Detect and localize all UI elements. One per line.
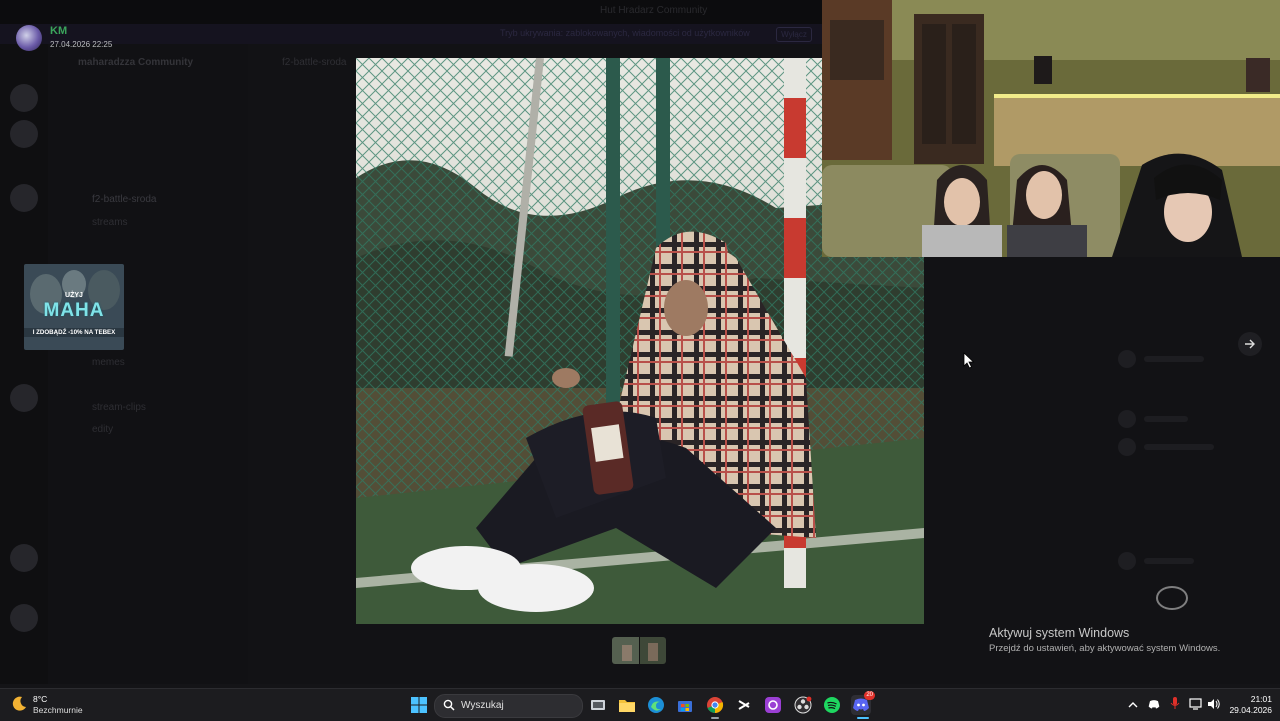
media-thumbnails[interactable] (612, 637, 666, 664)
clock-date: 29.04.2026 (1229, 705, 1272, 715)
channel-item[interactable]: f2-battle-sroda (92, 194, 156, 208)
banner-text: Tryb ukrywania: zablokowanych, wiadomośc… (500, 28, 750, 38)
next-image-button[interactable] (1238, 332, 1262, 356)
system-clock[interactable]: 21:01 29.04.2026 (1222, 694, 1272, 716)
discord-notification-badge: 20 (864, 691, 875, 700)
author-avatar[interactable] (16, 25, 42, 51)
activation-subtitle: Przejdź do ustawień, aby aktywować syste… (989, 643, 1221, 654)
streaming-app-icon (765, 697, 781, 713)
edge-button[interactable] (646, 695, 666, 715)
server-icon[interactable] (10, 120, 38, 148)
server-icon[interactable] (10, 544, 38, 572)
discord-button[interactable]: 20 (851, 691, 875, 715)
discord-tray-icon (1148, 700, 1160, 709)
taskbar-search[interactable]: Wyszukaj (434, 694, 583, 718)
server-icon[interactable] (10, 84, 38, 112)
server-name[interactable]: maharadzza Community (78, 57, 193, 71)
member-name[interactable] (1144, 558, 1194, 564)
tray-microphone[interactable] (1170, 697, 1180, 715)
server-title: Hut Hradarz Community (600, 5, 708, 16)
channel-header: f2-battle-sroda (282, 57, 347, 68)
member-list (1110, 260, 1280, 680)
show-hidden-icons-button[interactable] (1128, 697, 1138, 715)
microphone-icon (1170, 697, 1180, 709)
spotify-button[interactable] (822, 695, 842, 715)
weather-temperature: 8°C (33, 694, 48, 704)
member-avatar[interactable] (1118, 552, 1136, 570)
activation-title: Aktywuj system Windows (989, 626, 1130, 640)
capcut-button[interactable] (734, 695, 754, 715)
task-view-button[interactable] (588, 695, 608, 715)
promo-banner[interactable]: UŻYJ MAHA I ZDOBĄDŹ -10% NA TEBEX (24, 264, 124, 350)
capcut-icon (738, 700, 750, 710)
channel-item[interactable]: stream-clips (92, 402, 146, 416)
volume-icon (1208, 699, 1220, 709)
member-avatar[interactable] (1118, 350, 1136, 368)
cursor-icon (963, 352, 975, 369)
server-rail (0, 44, 48, 684)
tray-network[interactable] (1189, 697, 1203, 715)
store-button[interactable] (675, 695, 695, 715)
channel-item[interactable]: streams (92, 217, 128, 231)
network-icon (1189, 698, 1202, 710)
edge-icon (648, 697, 664, 713)
chrome-active-indicator (711, 717, 719, 719)
search-icon (443, 699, 455, 711)
banner-button[interactable]: Wyłącz (776, 27, 812, 42)
notice-banner: Tryb ukrywania: zablokowanych, wiadomośc… (0, 24, 822, 44)
windows-taskbar: 8°C Bezchmurnie Wyszukaj 20 21:01 29.04.… (0, 688, 1280, 721)
clock-time: 21:01 (1250, 694, 1272, 704)
webcam-illustration (822, 0, 1280, 257)
chrome-icon (707, 697, 724, 714)
channel-item[interactable]: memes (92, 357, 125, 371)
streaming-app-button[interactable] (763, 695, 783, 715)
post-timestamp: 27.04.2026 22:25 (50, 40, 113, 49)
channel-item[interactable]: edity (92, 424, 113, 438)
member-name[interactable] (1144, 416, 1188, 422)
file-explorer-button[interactable] (617, 695, 637, 715)
server-icon[interactable] (10, 604, 38, 632)
loading-spinner (1156, 586, 1188, 610)
tray-discord[interactable] (1148, 697, 1160, 715)
member-avatar[interactable] (1118, 410, 1136, 428)
server-icon[interactable] (10, 384, 38, 412)
author-name[interactable]: KM (50, 25, 67, 37)
obs-button[interactable] (793, 695, 813, 715)
windows-activation-watermark: Aktywuj system Windows Przejdź do ustawi… (989, 626, 1220, 654)
member-name[interactable] (1144, 356, 1204, 362)
channel-list (48, 44, 248, 684)
mouse-cursor (963, 352, 975, 374)
folder-icon (619, 699, 635, 712)
discord-active-indicator (857, 717, 869, 719)
promo-code: MAHA (43, 300, 105, 321)
member-avatar[interactable] (1118, 438, 1136, 456)
windows-logo-icon (411, 697, 427, 713)
search-placeholder: Wyszukaj (461, 700, 504, 711)
obs-icon (794, 696, 812, 714)
webcam-feed (822, 0, 1280, 257)
arrow-right-icon (1245, 339, 1255, 349)
start-button[interactable] (409, 695, 429, 715)
moon-icon (12, 696, 26, 711)
promo-subtext: I ZDOBĄDŹ -10% NA TEBEX (24, 328, 124, 337)
task-view-icon (591, 700, 605, 710)
thumbnail-strip (612, 637, 666, 664)
chevron-up-icon (1128, 702, 1138, 708)
store-icon (678, 701, 692, 712)
spotify-icon (824, 697, 840, 713)
chrome-button[interactable] (705, 695, 725, 715)
weather-condition: Bezchmurnie (33, 705, 83, 715)
promo-small-text: UŻYJ (65, 292, 83, 299)
server-icon[interactable] (10, 184, 38, 212)
tray-volume[interactable] (1207, 697, 1221, 715)
member-name[interactable] (1144, 444, 1214, 450)
